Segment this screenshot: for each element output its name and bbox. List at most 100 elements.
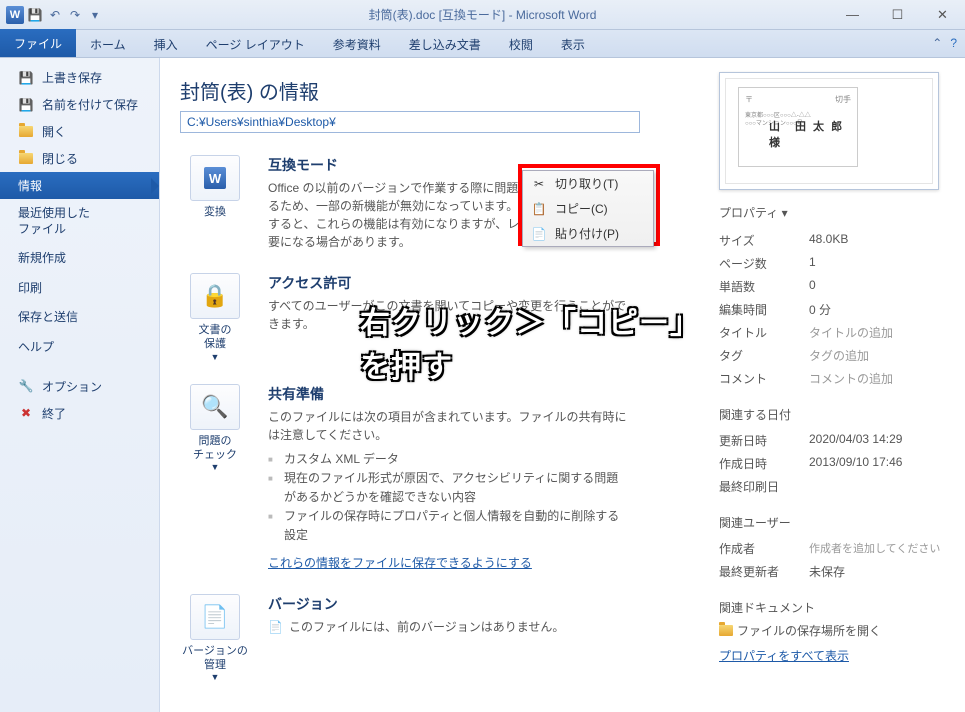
open-file-location[interactable]: ファイルの保存場所を開く (719, 622, 947, 639)
close-button[interactable]: ✕ (920, 1, 965, 29)
thumb-name: 山 田 太 郎 様 (769, 118, 857, 150)
prop-comments[interactable]: コメントコメントの追加 (719, 367, 947, 390)
redo-icon[interactable]: ↷ (66, 6, 84, 24)
backstage-main: 封筒(表) の情報 C:¥Users¥sinthia¥Desktop¥ W 変換… (160, 58, 705, 712)
list-item: ファイルの保存時にプロパティと個人情報を自動的に削除する設定 (268, 507, 628, 545)
window-controls: — ☐ ✕ (830, 1, 965, 29)
share-issues-list: カスタム XML データ 現在のファイル形式が原因で、アクセシビリティに関する問… (268, 450, 628, 546)
ctx-paste[interactable]: 📄 貼り付け(P) (523, 221, 653, 246)
prop-author[interactable]: 作成者作成者を追加してください (719, 537, 947, 560)
permissions-title: アクセス許可 (268, 273, 628, 293)
doc-icon: 📄 (268, 620, 283, 634)
tab-mailings[interactable]: 差し込み文書 (395, 31, 495, 57)
tab-home[interactable]: ホーム (76, 31, 140, 57)
prop-lastmod: 最終更新者未保存 (719, 560, 947, 583)
backstage-sidebar: 💾上書き保存 💾 名前を付けて保存 開く 閉じる 情報 最近使用した ファイル 新… (0, 58, 160, 712)
cut-icon: ✂ (531, 177, 547, 191)
show-all-properties[interactable]: プロパティをすべて表示 (719, 647, 849, 664)
paste-icon: 📄 (531, 227, 547, 241)
properties-panel: 〒 切手 東京都○○○区○○○△-△△ ○○○マンション○○○号 山 田 太 郎… (705, 58, 965, 712)
instruction-overlay: 右クリック＞「コピー」を押す (360, 298, 705, 386)
ctx-copy[interactable]: 📋コピー(C) (523, 196, 653, 221)
sidebar-item-recent[interactable]: 最近使用した ファイル (0, 199, 159, 244)
inspect-icon: 🔍 (190, 384, 240, 430)
tab-references[interactable]: 参考資料 (319, 31, 395, 57)
share-link[interactable]: これらの情報をファイルに保存できるようにする (268, 554, 532, 571)
manage-versions-button[interactable]: 📄 バージョンの 管理 ▼ (180, 594, 250, 683)
prop-tags[interactable]: タグタグの追加 (719, 344, 947, 367)
dropdown-icon: ▼ (180, 352, 250, 362)
maximize-button[interactable]: ☐ (875, 1, 920, 29)
title-bar: W 💾 ↶ ↷ ▾ 封筒(表).doc [互換モード] - Microsoft … (0, 0, 965, 30)
copy-icon: 📋 (531, 202, 547, 216)
prop-title[interactable]: タイトルタイトルの追加 (719, 321, 947, 344)
exit-icon: ✖ (18, 405, 34, 421)
sidebar-label: 開く (42, 123, 66, 140)
file-path[interactable]: C:¥Users¥sinthia¥Desktop¥ (180, 111, 640, 133)
quick-access-toolbar: W 💾 ↶ ↷ ▾ (0, 6, 104, 24)
list-item: 現在のファイル形式が原因で、アクセシビリティに関する問題があるかどうかを確認でき… (268, 469, 628, 507)
file-tab[interactable]: ファイル (0, 29, 76, 57)
save-icon: 💾 (18, 70, 34, 86)
tab-layout[interactable]: ページ レイアウト (192, 31, 319, 57)
qat-dropdown-icon[interactable]: ▾ (86, 6, 104, 24)
document-thumbnail[interactable]: 〒 切手 東京都○○○区○○○△-△△ ○○○マンション○○○号 山 田 太 郎… (719, 72, 939, 190)
saveas-icon: 💾 (18, 97, 34, 113)
sidebar-label: 閉じる (42, 150, 78, 167)
prop-words: 単語数0 (719, 275, 947, 298)
ctx-cut[interactable]: ✂ 切り取り(T) (523, 171, 653, 196)
share-body: このファイルには次の項目が含まれています。ファイルの共有時には注意してください。 (268, 408, 628, 444)
tab-review[interactable]: 校閲 (495, 31, 547, 57)
folder-close-icon (18, 151, 34, 167)
dropdown-icon: ▼ (180, 672, 250, 682)
prop-edit-time: 編集時間0 分 (719, 298, 947, 321)
tile-label: バージョンの 管理 (180, 644, 250, 673)
ribbon-tabs: ファイル ホーム 挿入 ページ レイアウト 参考資料 差し込み文書 校閲 表示 … (0, 30, 965, 58)
prop-pages: ページ数1 (719, 252, 947, 275)
sidebar-label: 名前を付けて保存 (42, 96, 138, 113)
versions-body: 📄このファイルには、前のバージョンはありません。 (268, 618, 628, 636)
tab-view[interactable]: 表示 (547, 31, 599, 57)
prop-size: サイズ48.0KB (719, 229, 947, 252)
share-title: 共有準備 (268, 384, 628, 404)
sidebar-item-info[interactable]: 情報 (0, 172, 159, 199)
sidebar-label: オプション (42, 378, 102, 395)
sidebar-item-new[interactable]: 新規作成 (0, 244, 159, 274)
folder-open-icon (18, 124, 34, 140)
sidebar-item-close[interactable]: 閉じる (0, 145, 159, 172)
folder-icon (719, 625, 733, 636)
convert-button[interactable]: W 変換 (180, 155, 250, 251)
ctx-label: 貼り付け(P) (555, 225, 619, 242)
dropdown-icon: ▾ (782, 206, 788, 220)
options-icon: 🔧 (18, 378, 34, 394)
tile-label: 問題の チェック (180, 434, 250, 463)
properties-heading[interactable]: プロパティ ▾ (719, 204, 947, 221)
sidebar-item-help[interactable]: ヘルプ (0, 333, 159, 363)
versions-icon: 📄 (190, 594, 240, 640)
save-icon[interactable]: 💾 (26, 6, 44, 24)
sidebar-item-open[interactable]: 開く (0, 118, 159, 145)
sidebar-item-exit[interactable]: ✖終了 (0, 400, 159, 427)
sidebar-item-save[interactable]: 💾上書き保存 (0, 64, 159, 91)
help-icon[interactable]: ? (950, 36, 957, 50)
check-issues-button[interactable]: 🔍 問題の チェック ▼ (180, 384, 250, 572)
sidebar-item-print[interactable]: 印刷 (0, 274, 159, 304)
prop-printed: 最終印刷日 (719, 475, 947, 498)
minimize-button[interactable]: — (830, 1, 875, 29)
undo-icon[interactable]: ↶ (46, 6, 64, 24)
window-title: 封筒(表).doc [互換モード] - Microsoft Word (0, 6, 965, 23)
sidebar-item-saveas[interactable]: 💾 名前を付けて保存 (0, 91, 159, 118)
protect-button[interactable]: 🔒 文書の 保護 ▼ (180, 273, 250, 362)
ribbon-minimize-icon[interactable]: ⌃ (932, 36, 942, 50)
tile-label: 変換 (180, 205, 250, 219)
list-item: カスタム XML データ (268, 450, 628, 469)
section-share: 🔍 問題の チェック ▼ 共有準備 このファイルには次の項目が含まれています。フ… (180, 384, 685, 572)
lock-icon: 🔒 (190, 273, 240, 319)
versions-title: バージョン (268, 594, 628, 614)
tile-label: 文書の 保護 (180, 323, 250, 352)
sidebar-item-options[interactable]: 🔧 オプション (0, 373, 159, 400)
prop-updated: 更新日時2020/04/03 14:29 (719, 429, 947, 452)
sidebar-item-savesend[interactable]: 保存と送信 (0, 303, 159, 333)
tab-insert[interactable]: 挿入 (140, 31, 192, 57)
ctx-label: 切り取り(T) (555, 175, 618, 192)
